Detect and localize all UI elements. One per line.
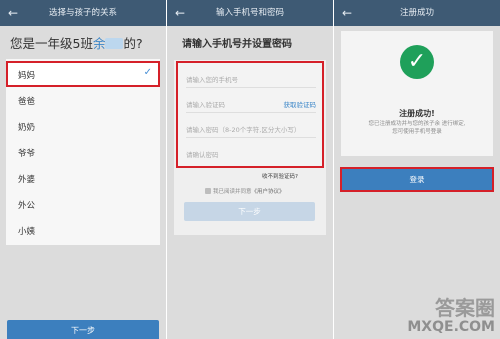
screen-title: 注册成功 (399, 8, 434, 18)
registration-form: 请输入您的手机号 请输入验证码 获取验证码 请输入密码（8-20个字符,区分大小… (176, 61, 324, 168)
success-check-icon: ✓ (400, 45, 434, 79)
field-underline (186, 112, 316, 113)
user-agreement-link[interactable]: 《用户协议》 (252, 189, 285, 195)
topbar: ← 选择与孩子的关系 (0, 0, 166, 26)
form-heading: 请输入手机号并设置密码 (182, 39, 292, 50)
success-title: 注册成功! (399, 109, 435, 118)
name-redaction (105, 38, 124, 49)
code-help-link[interactable]: 收不到验证码? (262, 172, 298, 180)
next-button[interactable]: 下一步 (184, 202, 315, 221)
relation-item[interactable]: 爷爷 (6, 139, 160, 165)
login-button[interactable]: 登录 (340, 167, 494, 192)
relation-item[interactable]: 外公 (6, 191, 160, 217)
relation-item[interactable]: 妈妈 ✓ (6, 61, 160, 87)
check-icon: ✓ (143, 67, 152, 78)
relation-item[interactable]: 爸爸 (6, 87, 160, 113)
verification-code-field[interactable]: 请输入验证码 获取验证码 (186, 93, 316, 113)
select-relation-screen: ← 选择与孩子的关系 您是一年级5班余 的? 妈妈 ✓ 爸爸 奶奶 爷爷 外婆 外… (0, 0, 166, 339)
get-code-link[interactable]: 获取验证码 (284, 99, 317, 109)
confirm-password-field[interactable]: 请确认密码 (186, 143, 316, 163)
checkbox-icon[interactable] (205, 188, 211, 194)
relation-list: 妈妈 ✓ 爸爸 奶奶 爷爷 外婆 外公 小姨 (6, 59, 160, 245)
agreement-checkbox[interactable]: 我已阅读并同意《用户协议》 (205, 187, 285, 195)
topbar: ← 注册成功 (334, 0, 500, 26)
screens: ← 选择与孩子的关系 您是一年级5班余 的? 妈妈 ✓ 爸爸 奶奶 爷爷 外婆 外… (0, 0, 500, 339)
success-message: 您已注册成功并与您的孩子余 进行绑定, 您可使用手机号登录 (368, 121, 466, 135)
topbar: ← 输入手机号和密码 (167, 0, 333, 26)
success-card: ✓ 注册成功! 您已注册成功并与您的孩子余 进行绑定, 您可使用手机号登录 (341, 31, 493, 156)
screen-title: 输入手机号和密码 (215, 8, 284, 18)
relation-question: 您是一年级5班余 的? (10, 36, 143, 51)
relation-item[interactable]: 小姨 (6, 217, 160, 243)
phone-password-screen: ← 输入手机号和密码 请输入手机号并设置密码 请输入您的手机号 请输入验证码 获… (167, 0, 333, 339)
field-underline (186, 137, 316, 138)
next-button[interactable]: 下一步 (7, 320, 159, 339)
registration-success-screen: ← 注册成功 ✓ 注册成功! 您已注册成功并与您的孩子余 进行绑定, 您可使用手… (334, 0, 500, 339)
relation-item[interactable]: 奶奶 (6, 113, 160, 139)
relation-item[interactable]: 外婆 (6, 165, 160, 191)
site-watermark: 答案圈 MXQE.COM (407, 296, 495, 335)
screen-title: 选择与孩子的关系 (48, 8, 117, 18)
phone-field[interactable]: 请输入您的手机号 (186, 68, 316, 88)
field-underline (186, 87, 316, 88)
password-field[interactable]: 请输入密码（8-20个字符,区分大小写） (186, 118, 316, 138)
